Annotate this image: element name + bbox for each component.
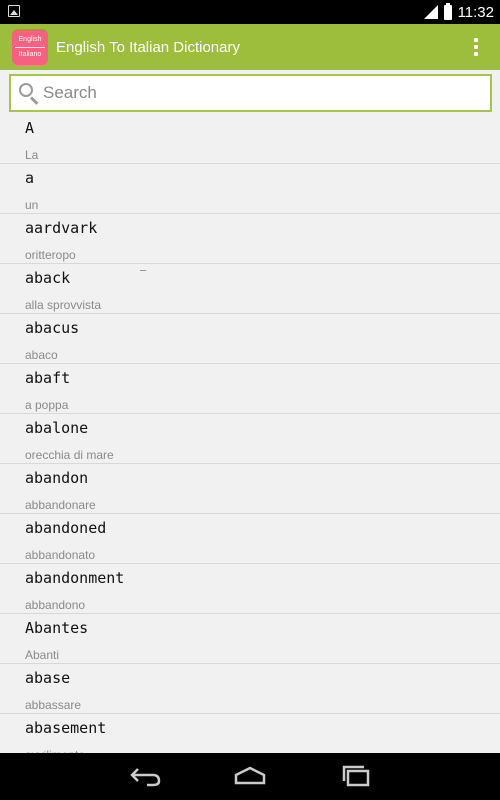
overflow-menu-icon[interactable] xyxy=(474,38,478,56)
battery-icon xyxy=(443,2,452,20)
italian-translation: abbandono xyxy=(25,598,86,612)
overflow-dot xyxy=(474,45,478,49)
italian-translation: abbandonare xyxy=(25,498,96,512)
app-logo: English Italiano xyxy=(12,29,48,65)
word-list-item[interactable]: abasementavvilimento xyxy=(0,714,500,753)
word-list-item[interactable]: A La xyxy=(0,114,500,164)
italian-translation: un xyxy=(25,198,39,212)
app-title: English To Italian Dictionary xyxy=(56,38,240,56)
search-input[interactable] xyxy=(43,83,463,103)
status-time: 11:32 xyxy=(457,3,494,21)
word-list-item[interactable]: a un xyxy=(0,164,500,214)
english-word: abasement xyxy=(25,719,107,737)
english-word: abandon xyxy=(25,469,89,487)
word-list-item[interactable]: abase abbassare xyxy=(0,664,500,714)
italian-translation: orecchia di mare xyxy=(25,448,114,462)
italian-translation: Abanti xyxy=(25,648,60,662)
search-box[interactable] xyxy=(9,74,492,112)
app-logo-divider xyxy=(15,46,45,48)
english-word: abaft xyxy=(25,369,71,387)
search-icon-handle xyxy=(29,96,39,105)
italian-translation: abbassare xyxy=(25,698,82,712)
search-icon xyxy=(17,81,41,105)
english-word: abandoned xyxy=(25,519,107,537)
signal-icon xyxy=(423,5,438,19)
back-icon[interactable] xyxy=(127,763,163,789)
app-logo-top-text: English xyxy=(18,35,42,43)
italian-translation: a poppa xyxy=(25,398,69,412)
search-icon-lens xyxy=(19,83,33,97)
english-word: abase xyxy=(25,669,71,687)
english-word: Abantes xyxy=(25,619,89,637)
overflow-dot xyxy=(474,52,478,56)
english-word: A xyxy=(25,119,35,137)
word-list-item[interactable]: abandon abbandonare xyxy=(0,464,500,514)
english-word: abacus xyxy=(25,319,80,337)
word-list-item[interactable]: abacus abaco xyxy=(0,314,500,364)
scroll-indicator xyxy=(140,270,146,271)
recents-icon[interactable] xyxy=(338,763,374,789)
english-word: aback xyxy=(25,269,71,287)
english-word: aardvark xyxy=(25,219,98,237)
word-list-item[interactable]: abandonment abbandono xyxy=(0,564,500,614)
english-word: abalone xyxy=(25,419,89,437)
content-area: A La a un aardvark oritteropo aback alla sprovv… xyxy=(0,70,500,753)
italian-translation: alla sprovvista xyxy=(25,298,102,312)
word-list-item[interactable]: abalone orecchia di mare xyxy=(0,414,500,464)
app-logo-bottom-text: Italiano xyxy=(18,50,42,58)
italian-translation: abaco xyxy=(25,348,58,362)
word-list-item[interactable]: abaft a poppa xyxy=(0,364,500,414)
navigation-bar xyxy=(0,753,500,800)
english-word: abandonment xyxy=(25,569,125,587)
italian-translation: oritteropo xyxy=(25,248,76,262)
word-list[interactable]: A La a un aardvark oritteropo aback alla sprovv… xyxy=(0,114,500,753)
italian-translation: La xyxy=(25,148,39,162)
status-bar: 11:32 xyxy=(0,0,500,24)
english-word: a xyxy=(25,169,35,187)
action-bar: English Italiano English To Italian Dict… xyxy=(0,24,500,70)
word-list-item[interactable]: Abantes Abanti xyxy=(0,614,500,664)
overflow-dot xyxy=(474,38,478,42)
italian-translation: abbandonato xyxy=(25,548,96,562)
word-list-item[interactable]: aardvark oritteropo xyxy=(0,214,500,264)
status-bar-right: 11:32 xyxy=(423,0,494,24)
word-list-item[interactable]: abandoned abbandonato xyxy=(0,514,500,564)
image-notification-icon xyxy=(8,5,20,17)
home-icon[interactable] xyxy=(232,763,268,789)
word-list-item[interactable]: aback alla sprovvista xyxy=(0,264,500,314)
